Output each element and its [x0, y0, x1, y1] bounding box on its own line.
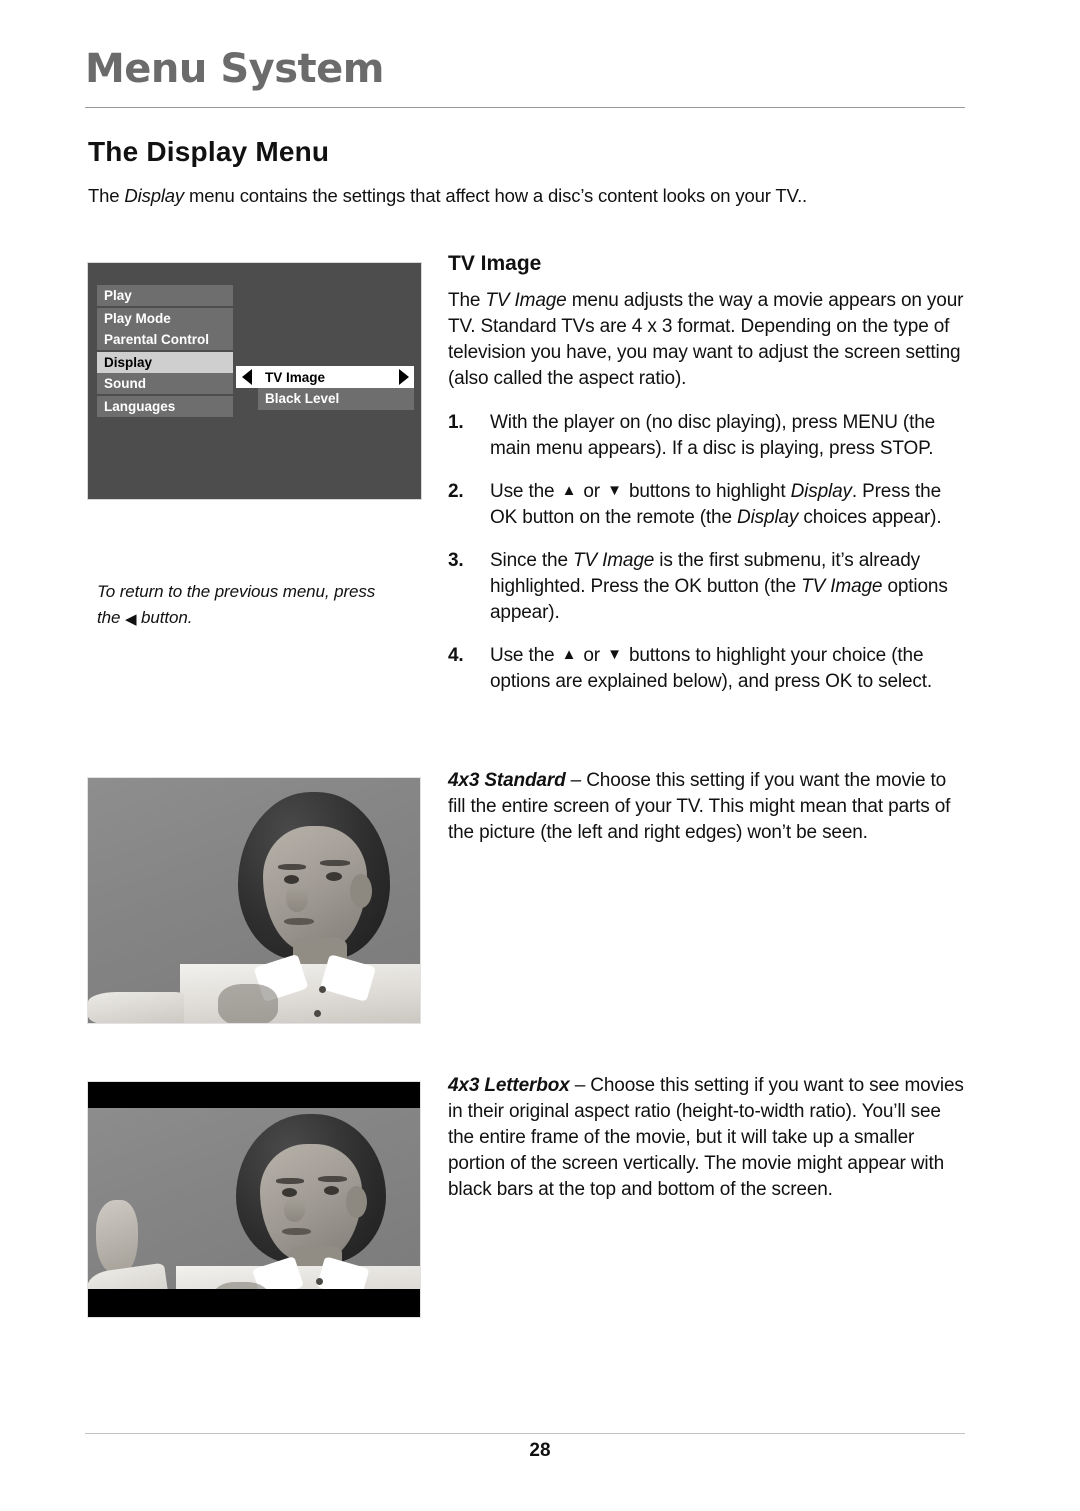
- photo-eye-left: [282, 1188, 297, 1197]
- photo-letterbox-canvas: [88, 1082, 420, 1317]
- side-note-part2: button.: [136, 607, 193, 627]
- intro-text-prefix: The: [88, 185, 125, 206]
- submenu-tv-image-label: TV Image: [265, 369, 326, 385]
- menu-main-column: Play Play Mode Parental Control Display …: [97, 285, 233, 419]
- photo-eye-right: [324, 1186, 339, 1195]
- photo-nose: [284, 1198, 305, 1222]
- step-item-1: 1. With the player on (no disc playing),…: [448, 410, 968, 462]
- option-dash: –: [569, 1075, 591, 1096]
- step-number: 3.: [448, 550, 464, 572]
- option-4x3-letterbox-paragraph: 4x3 Letterbox – Choose this setting if y…: [448, 1073, 968, 1203]
- photo-brow-right: [318, 1176, 347, 1182]
- photo-4x3-standard: [87, 777, 421, 1024]
- step-number: 1.: [448, 412, 464, 434]
- tv-image-intro-p1: The: [448, 290, 486, 311]
- photo-brow-left: [276, 1178, 304, 1184]
- triangle-down-icon: ▼: [607, 646, 622, 664]
- text-run: Since the: [490, 550, 573, 572]
- photo-shirt-button-2: [314, 1010, 321, 1017]
- triangle-up-icon: ▲: [561, 482, 577, 500]
- menu-screen-diagram: Play Play Mode Parental Control Display …: [87, 262, 422, 500]
- triangle-down-icon: ▼: [607, 482, 622, 500]
- footer-divider: [85, 1433, 965, 1434]
- option-4x3-standard-paragraph: 4x3 Standard – Choose this setting if yo…: [448, 768, 968, 846]
- text-run: or: [578, 481, 606, 503]
- step-item-3: 3. Since the TV Image is the first subme…: [448, 548, 968, 626]
- menu-item-parental-control[interactable]: Parental Control: [97, 329, 233, 350]
- menu-submenu-column: TV Image Black Level: [236, 366, 414, 410]
- step-item-4: 4. Use the ▲ or ▼ buttons to highlight y…: [448, 643, 968, 695]
- photo-shirt-shadow: [218, 984, 278, 1023]
- photo-ear: [346, 1186, 367, 1218]
- step-item-2: 2. Use the ▲ or ▼ buttons to highlight D…: [448, 479, 968, 531]
- photo-standard-canvas: [88, 778, 420, 1023]
- step-number: 4.: [448, 645, 464, 667]
- triangle-left-icon: ◀: [124, 610, 137, 628]
- step-text: With the player on (no disc playing), pr…: [490, 412, 935, 459]
- italic-run: Display: [737, 507, 799, 529]
- italic-run: TV Image: [573, 550, 655, 572]
- photo-eye-left: [284, 875, 299, 884]
- page-header: Menu System: [85, 48, 965, 90]
- menu-item-display[interactable]: Display: [97, 352, 233, 373]
- submenu-item-tv-image[interactable]: TV Image: [236, 366, 414, 388]
- photo-4x3-letterbox: [87, 1081, 421, 1318]
- submenu-tv-image-label-wrap: TV Image: [258, 366, 414, 388]
- photo-brow-right: [320, 860, 350, 866]
- option-dash: –: [565, 770, 587, 791]
- step-number: 2.: [448, 481, 464, 503]
- header-divider: [85, 107, 965, 108]
- option-name: 4x3 Standard: [448, 770, 566, 791]
- text-run: or: [578, 645, 606, 667]
- tv-image-heading: TV Image: [448, 252, 542, 275]
- step-text: Since the TV Image is the first submenu,…: [490, 550, 948, 623]
- intro-text-italic: Display: [124, 185, 185, 206]
- step-text: Use the ▲ or ▼ buttons to highlight Disp…: [490, 481, 942, 529]
- option-name: 4x3 Letterbox: [448, 1075, 570, 1096]
- tv-image-intro-paragraph: The TV Image menu adjusts the way a movi…: [448, 288, 968, 392]
- submenu-item-black-level[interactable]: Black Level: [258, 388, 414, 410]
- text-run: Use the: [490, 481, 560, 503]
- photo-nose: [286, 886, 308, 912]
- section-intro-paragraph: The Display menu contains the settings t…: [88, 183, 968, 210]
- photo-mouth: [284, 918, 314, 925]
- submenu-back-arrow[interactable]: [236, 366, 258, 388]
- intro-text-rest: menu contains the settings that affect h…: [184, 185, 808, 206]
- side-note: To return to the previous menu, press th…: [97, 579, 397, 630]
- photo-shirt-button-1: [316, 1278, 323, 1285]
- menu-item-languages[interactable]: Languages: [97, 396, 233, 417]
- italic-run: Display: [790, 481, 852, 503]
- photo-shirt-button-1: [319, 986, 326, 993]
- text-run: Use the: [490, 645, 560, 667]
- triangle-right-icon: [399, 369, 409, 385]
- menu-item-sound[interactable]: Sound: [97, 373, 233, 394]
- menu-item-play-mode[interactable]: Play Mode: [97, 308, 233, 329]
- photo-eye-right: [326, 872, 342, 881]
- photo-ear: [350, 874, 372, 908]
- text-run: buttons to highlight: [623, 481, 791, 503]
- page-number: 28: [529, 1440, 551, 1461]
- text-run: With the player on (no disc playing), pr…: [490, 412, 936, 460]
- photo-raised-hand: [96, 1200, 138, 1274]
- letterbox-bar-top: [88, 1082, 420, 1108]
- menu-item-play[interactable]: Play: [97, 285, 233, 306]
- tv-image-steps-list: 1. With the player on (no disc playing),…: [448, 410, 968, 695]
- photo-brow-left: [278, 864, 306, 870]
- photo-mouth: [282, 1228, 311, 1235]
- italic-run: TV Image: [801, 576, 883, 598]
- step-text: Use the ▲ or ▼ buttons to highlight your…: [490, 645, 932, 692]
- tv-image-intro-italic: TV Image: [485, 290, 567, 311]
- triangle-up-icon: ▲: [561, 646, 577, 664]
- triangle-left-icon: [242, 369, 252, 385]
- text-run: choices appear).: [798, 507, 942, 529]
- right-column: TV Image The TV Image menu adjusts the w…: [448, 252, 968, 712]
- page-title: Menu System: [85, 46, 384, 92]
- section-title: The Display Menu: [88, 136, 330, 167]
- letterbox-bar-bottom: [88, 1289, 420, 1317]
- photo-arm: [88, 992, 184, 1023]
